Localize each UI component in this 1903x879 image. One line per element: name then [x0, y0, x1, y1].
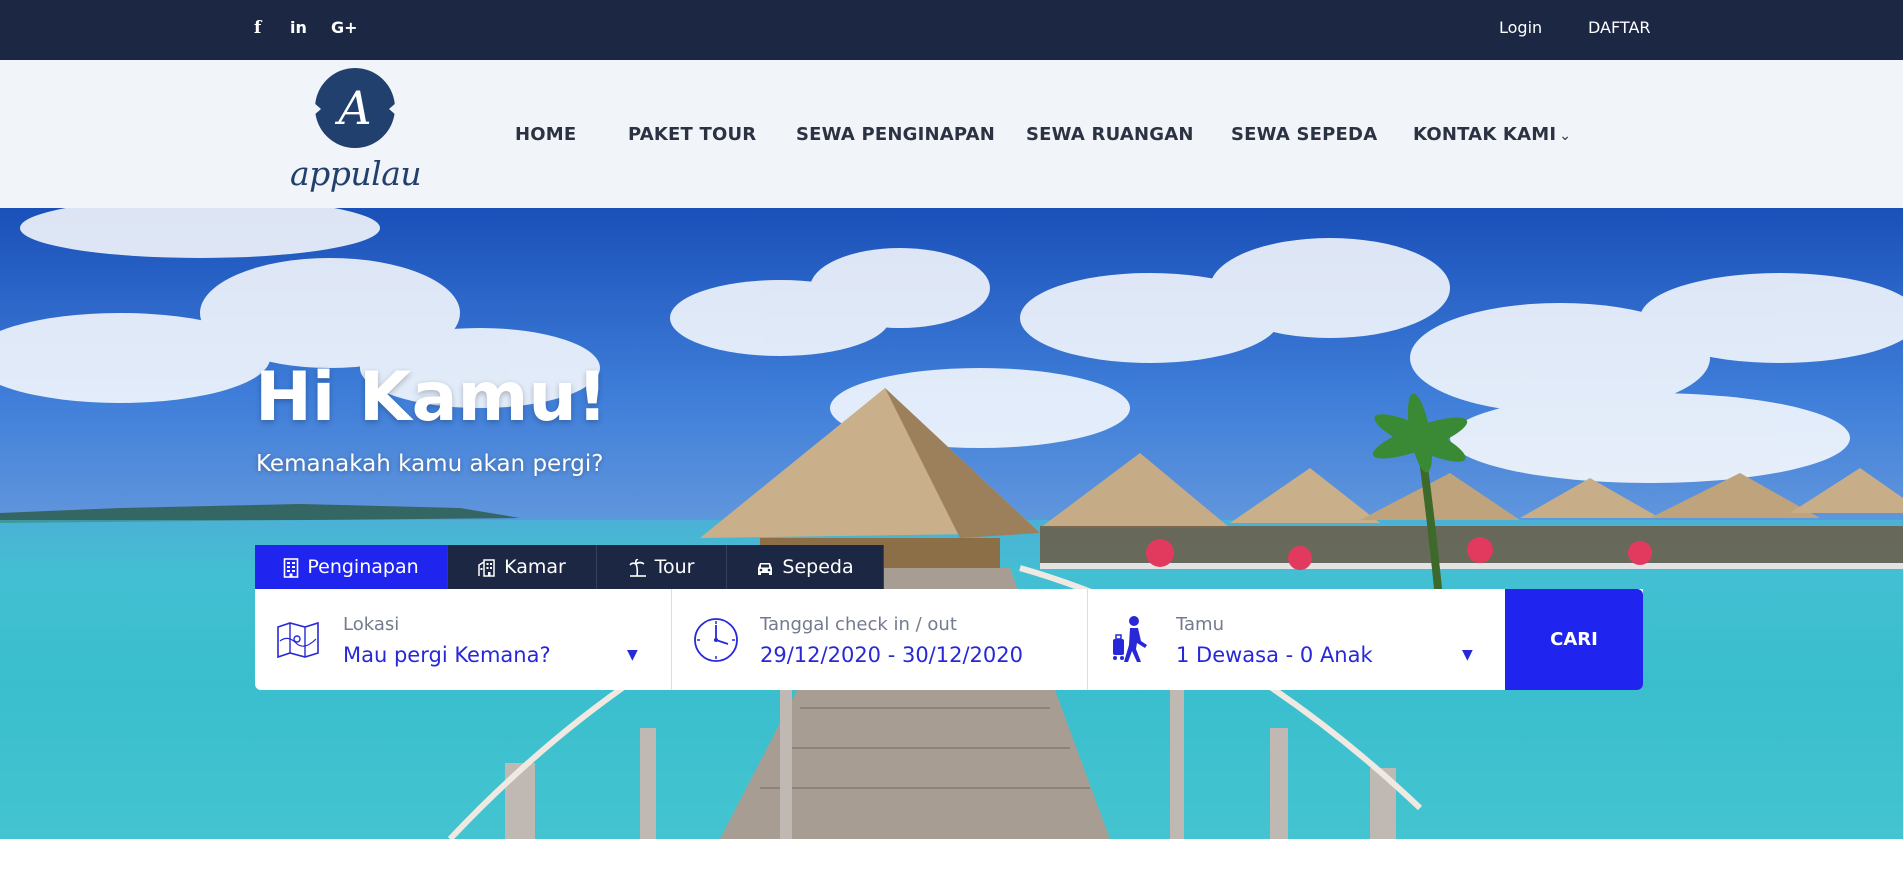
guests-value: 1 Dewasa - 0 Anak	[1176, 643, 1373, 667]
hero-banner: Hi Kamu! Kemanakah kamu akan pergi? Peng…	[0, 208, 1903, 839]
search-button[interactable]: CARI	[1505, 589, 1643, 690]
hero-subtitle: Kemanakah kamu akan pergi?	[256, 451, 604, 477]
nav-kontak-kami[interactable]: KONTAK KAMI ⌄	[1413, 123, 1571, 148]
hero-title: Hi Kamu!	[255, 358, 608, 437]
linkedin-icon[interactable]: in	[290, 16, 307, 40]
logo-badge: A	[315, 68, 395, 148]
logo-wordmark: appulau	[290, 154, 422, 193]
nav-sewa-ruangan[interactable]: SEWA RUANGAN	[1026, 123, 1194, 147]
site-header: A appulau HOME PAKET TOUR SEWA PENGINAPA…	[0, 60, 1903, 208]
register-link[interactable]: DAFTAR	[1588, 17, 1651, 39]
date-field[interactable]: Tanggal check in / out 29/12/2020 - 30/1…	[671, 589, 1087, 690]
map-icon	[277, 621, 319, 659]
hero-background-image	[0, 208, 1903, 839]
guests-field[interactable]: Tamu 1 Dewasa - 0 Anak ▼	[1087, 589, 1505, 690]
facebook-icon[interactable]: f	[254, 16, 261, 40]
tab-penginapan-label: Penginapan	[307, 556, 419, 578]
search-form: Lokasi Mau pergi Kemana? ▼ Tanggal check…	[255, 589, 1643, 690]
clock-icon	[694, 618, 738, 662]
traveler-icon	[1113, 616, 1147, 662]
tab-sepeda-label: Sepeda	[782, 556, 854, 578]
guests-caret-icon: ▼	[1462, 647, 1473, 663]
location-label: Lokasi	[343, 614, 400, 635]
location-field[interactable]: Lokasi Mau pergi Kemana? ▼	[255, 589, 671, 690]
tab-kamar[interactable]: Kamar	[448, 545, 597, 590]
tab-tour-label: Tour	[654, 556, 695, 578]
hotel-icon	[478, 558, 495, 577]
date-label: Tanggal check in / out	[760, 614, 957, 635]
location-value: Mau pergi Kemana?	[343, 643, 551, 667]
nav-sewa-sepeda[interactable]: SEWA SEPEDA	[1231, 123, 1377, 147]
nav-kontak-kami-label: KONTAK KAMI	[1413, 124, 1557, 145]
login-link[interactable]: Login	[1499, 17, 1542, 39]
tab-sepeda[interactable]: Sepeda	[727, 545, 884, 590]
date-value: 29/12/2020 - 30/12/2020	[760, 643, 1024, 667]
top-bar: f in G+ Login DAFTAR	[0, 0, 1903, 60]
logo-letter: A	[338, 81, 372, 135]
tab-kamar-label: Kamar	[504, 556, 566, 578]
location-caret-icon: ▼	[627, 647, 638, 663]
island-icon	[628, 558, 646, 577]
car-icon	[758, 562, 773, 575]
guests-label: Tamu	[1176, 614, 1224, 635]
nav-paket-tour[interactable]: PAKET TOUR	[628, 123, 756, 147]
chevron-down-icon: ⌄	[1559, 128, 1572, 144]
building-icon	[284, 557, 299, 578]
nav-home[interactable]: HOME	[515, 123, 576, 147]
tab-penginapan[interactable]: Penginapan	[255, 545, 448, 590]
site-logo[interactable]: A appulau	[290, 68, 422, 203]
tab-tour[interactable]: Tour	[597, 545, 727, 590]
google-plus-icon[interactable]: G+	[331, 16, 358, 40]
nav-sewa-penginapan[interactable]: SEWA PENGINAPAN	[796, 123, 995, 147]
